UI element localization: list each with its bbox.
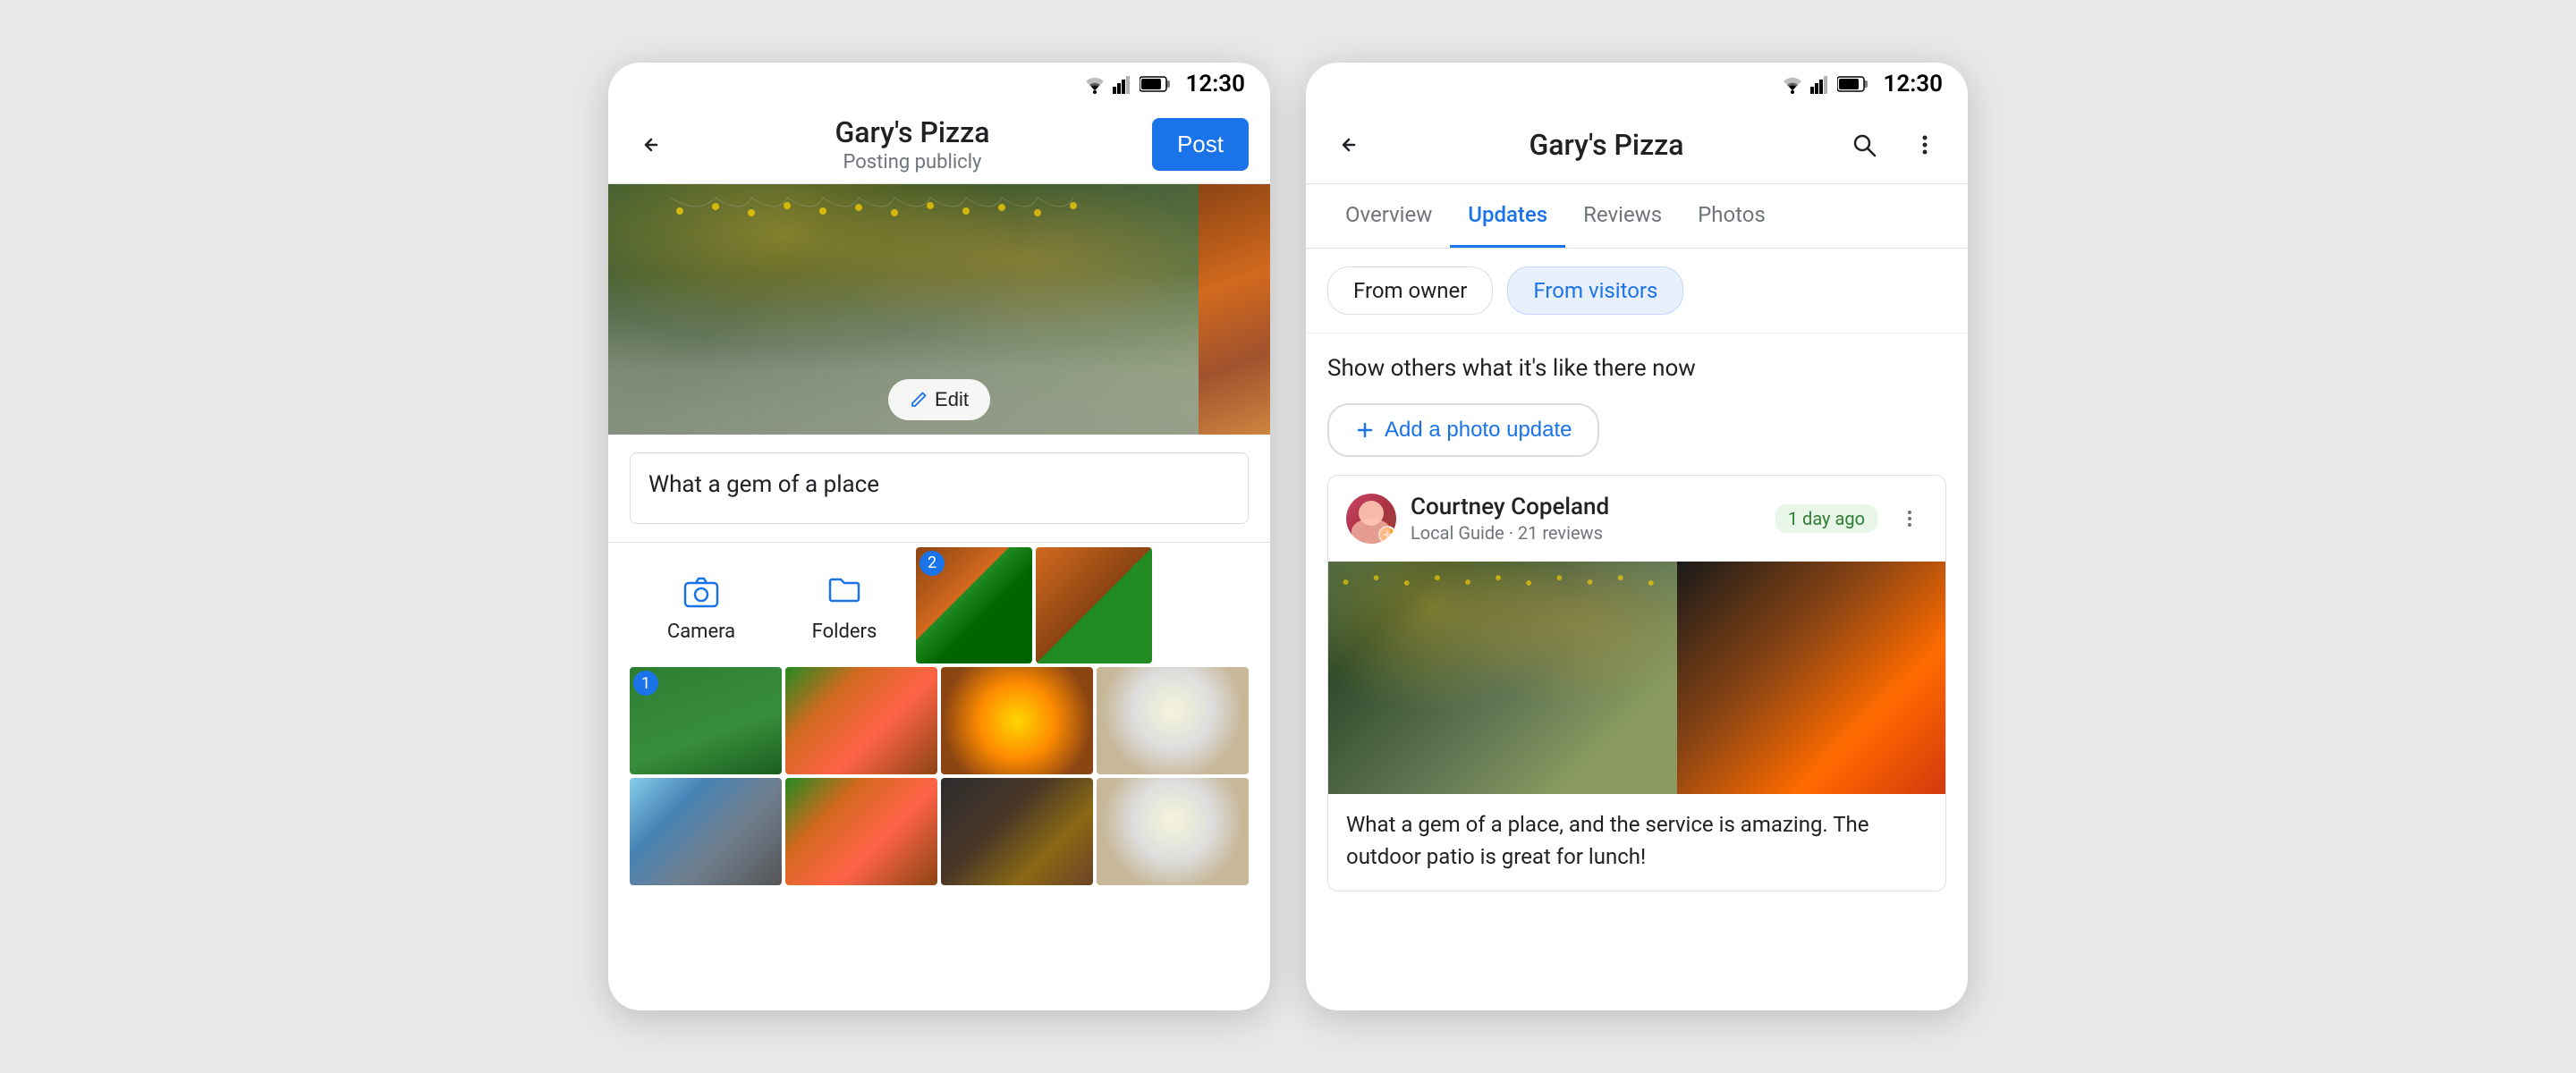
back-button-left[interactable]: [630, 123, 673, 166]
photo-badge-2: 2: [919, 551, 945, 576]
photo-cell-restaurant[interactable]: [941, 778, 1093, 885]
photo-rows: 1: [608, 667, 1270, 1010]
folder-svg: [825, 570, 864, 610]
tabs-bar: Overview Updates Reviews Photos: [1306, 184, 1968, 249]
nav-icons-right: [1843, 123, 1946, 166]
reviewer-avatar: [1346, 494, 1396, 544]
updates-content: From owner From visitors Show others wha…: [1306, 249, 1968, 1010]
plus-icon: [1354, 419, 1376, 441]
photo-cell-street[interactable]: [630, 778, 782, 885]
back-arrow-icon: [639, 132, 664, 157]
photo-grid-header: Camera Folders 2: [608, 542, 1270, 667]
lights-review: [1328, 569, 1677, 596]
search-button[interactable]: [1843, 123, 1885, 166]
post-button[interactable]: Post: [1152, 118, 1249, 171]
photo-cell-salmon[interactable]: [785, 667, 937, 774]
more-vert-icon: [1911, 131, 1939, 159]
show-others-text: Show others what it's like there now: [1306, 334, 1968, 393]
photo-badge-1: 1: [633, 671, 658, 696]
signal-icon: [1113, 74, 1134, 94]
reviewer-info: Courtney Copeland Local Guide · 21 revie…: [1411, 494, 1761, 544]
review-card: Courtney Copeland Local Guide · 21 revie…: [1327, 475, 1946, 891]
add-photo-label: Add a photo update: [1385, 418, 1572, 443]
title-area-right: Gary's Pizza: [1385, 128, 1828, 162]
grid-photo-2[interactable]: [1036, 547, 1152, 663]
caption-input[interactable]: What a gem of a place: [630, 452, 1249, 524]
wifi-icon: [1082, 74, 1107, 94]
back-button-right[interactable]: [1327, 123, 1370, 166]
battery-icon: [1140, 75, 1172, 93]
photo-row-1: 1: [630, 667, 1249, 774]
posting-status: Posting publicly: [687, 151, 1138, 173]
page-title-left: Gary's Pizza: [687, 115, 1138, 149]
more-vert-review-icon: [1897, 506, 1922, 531]
plus-badge-icon: [1382, 529, 1393, 540]
status-icons-left: [1082, 74, 1172, 94]
review-more-button[interactable]: [1892, 501, 1928, 536]
battery-icon-right: [1837, 75, 1869, 93]
wifi-icon-right: [1780, 74, 1805, 94]
review-photo-food[interactable]: [1677, 562, 1945, 794]
left-phone: 12:30 Gary's Pizza Posting publicly Post: [608, 63, 1270, 1010]
photo-preview: Edit: [608, 184, 1270, 435]
camera-icon: [678, 567, 724, 613]
more-options-button[interactable]: [1903, 123, 1946, 166]
tab-updates[interactable]: Updates: [1450, 184, 1565, 248]
signal-icon-right: [1810, 74, 1832, 94]
review-header: Courtney Copeland Local Guide · 21 revie…: [1328, 476, 1945, 562]
title-area-left: Gary's Pizza Posting publicly: [687, 115, 1138, 173]
photo-cell-rice2[interactable]: [1097, 778, 1249, 885]
status-bar-left: 12:30: [608, 63, 1270, 106]
camera-svg: [682, 570, 721, 610]
folders-label: Folders: [812, 621, 877, 643]
reviewer-name: Courtney Copeland: [1411, 494, 1761, 520]
reviewer-subtitle: Local Guide · 21 reviews: [1411, 522, 1761, 544]
folders-action[interactable]: Folders: [773, 567, 916, 643]
top-nav-left: Gary's Pizza Posting publicly Post: [608, 106, 1270, 184]
folder-icon: [821, 567, 868, 613]
preview-photos: 2: [916, 547, 1249, 663]
camera-label: Camera: [667, 621, 735, 643]
search-icon: [1850, 131, 1878, 159]
edit-label: Edit: [935, 388, 969, 411]
photo-cell-salmon2[interactable]: [785, 778, 937, 885]
camera-action[interactable]: Camera: [630, 567, 773, 643]
back-arrow-icon-right: [1336, 132, 1361, 157]
review-photos: [1328, 562, 1945, 794]
local-guide-badge: [1378, 526, 1396, 544]
page-title-right: Gary's Pizza: [1385, 128, 1828, 162]
side-photo: [1199, 184, 1270, 435]
owner-visitor-tabs: From owner From visitors: [1306, 249, 1968, 334]
status-time-left: 12:30: [1186, 71, 1246, 97]
tab-overview[interactable]: Overview: [1327, 184, 1450, 248]
lights-decoration: [608, 193, 1199, 229]
photo-cell-golden[interactable]: [941, 667, 1093, 774]
photo-cell-sign[interactable]: 1: [630, 667, 782, 774]
status-icons-right: [1780, 74, 1869, 94]
tab-reviews[interactable]: Reviews: [1565, 184, 1680, 248]
pencil-icon: [910, 391, 928, 409]
add-photo-update-button[interactable]: Add a photo update: [1327, 403, 1599, 457]
status-bar-right: 12:30: [1306, 63, 1968, 106]
review-photo-patio[interactable]: [1328, 562, 1677, 794]
tab-photos[interactable]: Photos: [1680, 184, 1784, 248]
from-owner-tab[interactable]: From owner: [1327, 266, 1493, 315]
edit-button[interactable]: Edit: [888, 379, 990, 420]
photo-cell-rice[interactable]: [1097, 667, 1249, 774]
time-badge: 1 day ago: [1775, 504, 1877, 533]
from-visitors-tab[interactable]: From visitors: [1507, 266, 1683, 315]
status-time-right: 12:30: [1884, 71, 1944, 97]
right-phone: 12:30 Gary's Pizza: [1306, 63, 1968, 1010]
photo-row-2: [630, 778, 1249, 885]
grid-photo-1[interactable]: 2: [916, 547, 1032, 663]
top-nav-right: Gary's Pizza: [1306, 106, 1968, 184]
review-text: What a gem of a place, and the service i…: [1328, 794, 1945, 891]
